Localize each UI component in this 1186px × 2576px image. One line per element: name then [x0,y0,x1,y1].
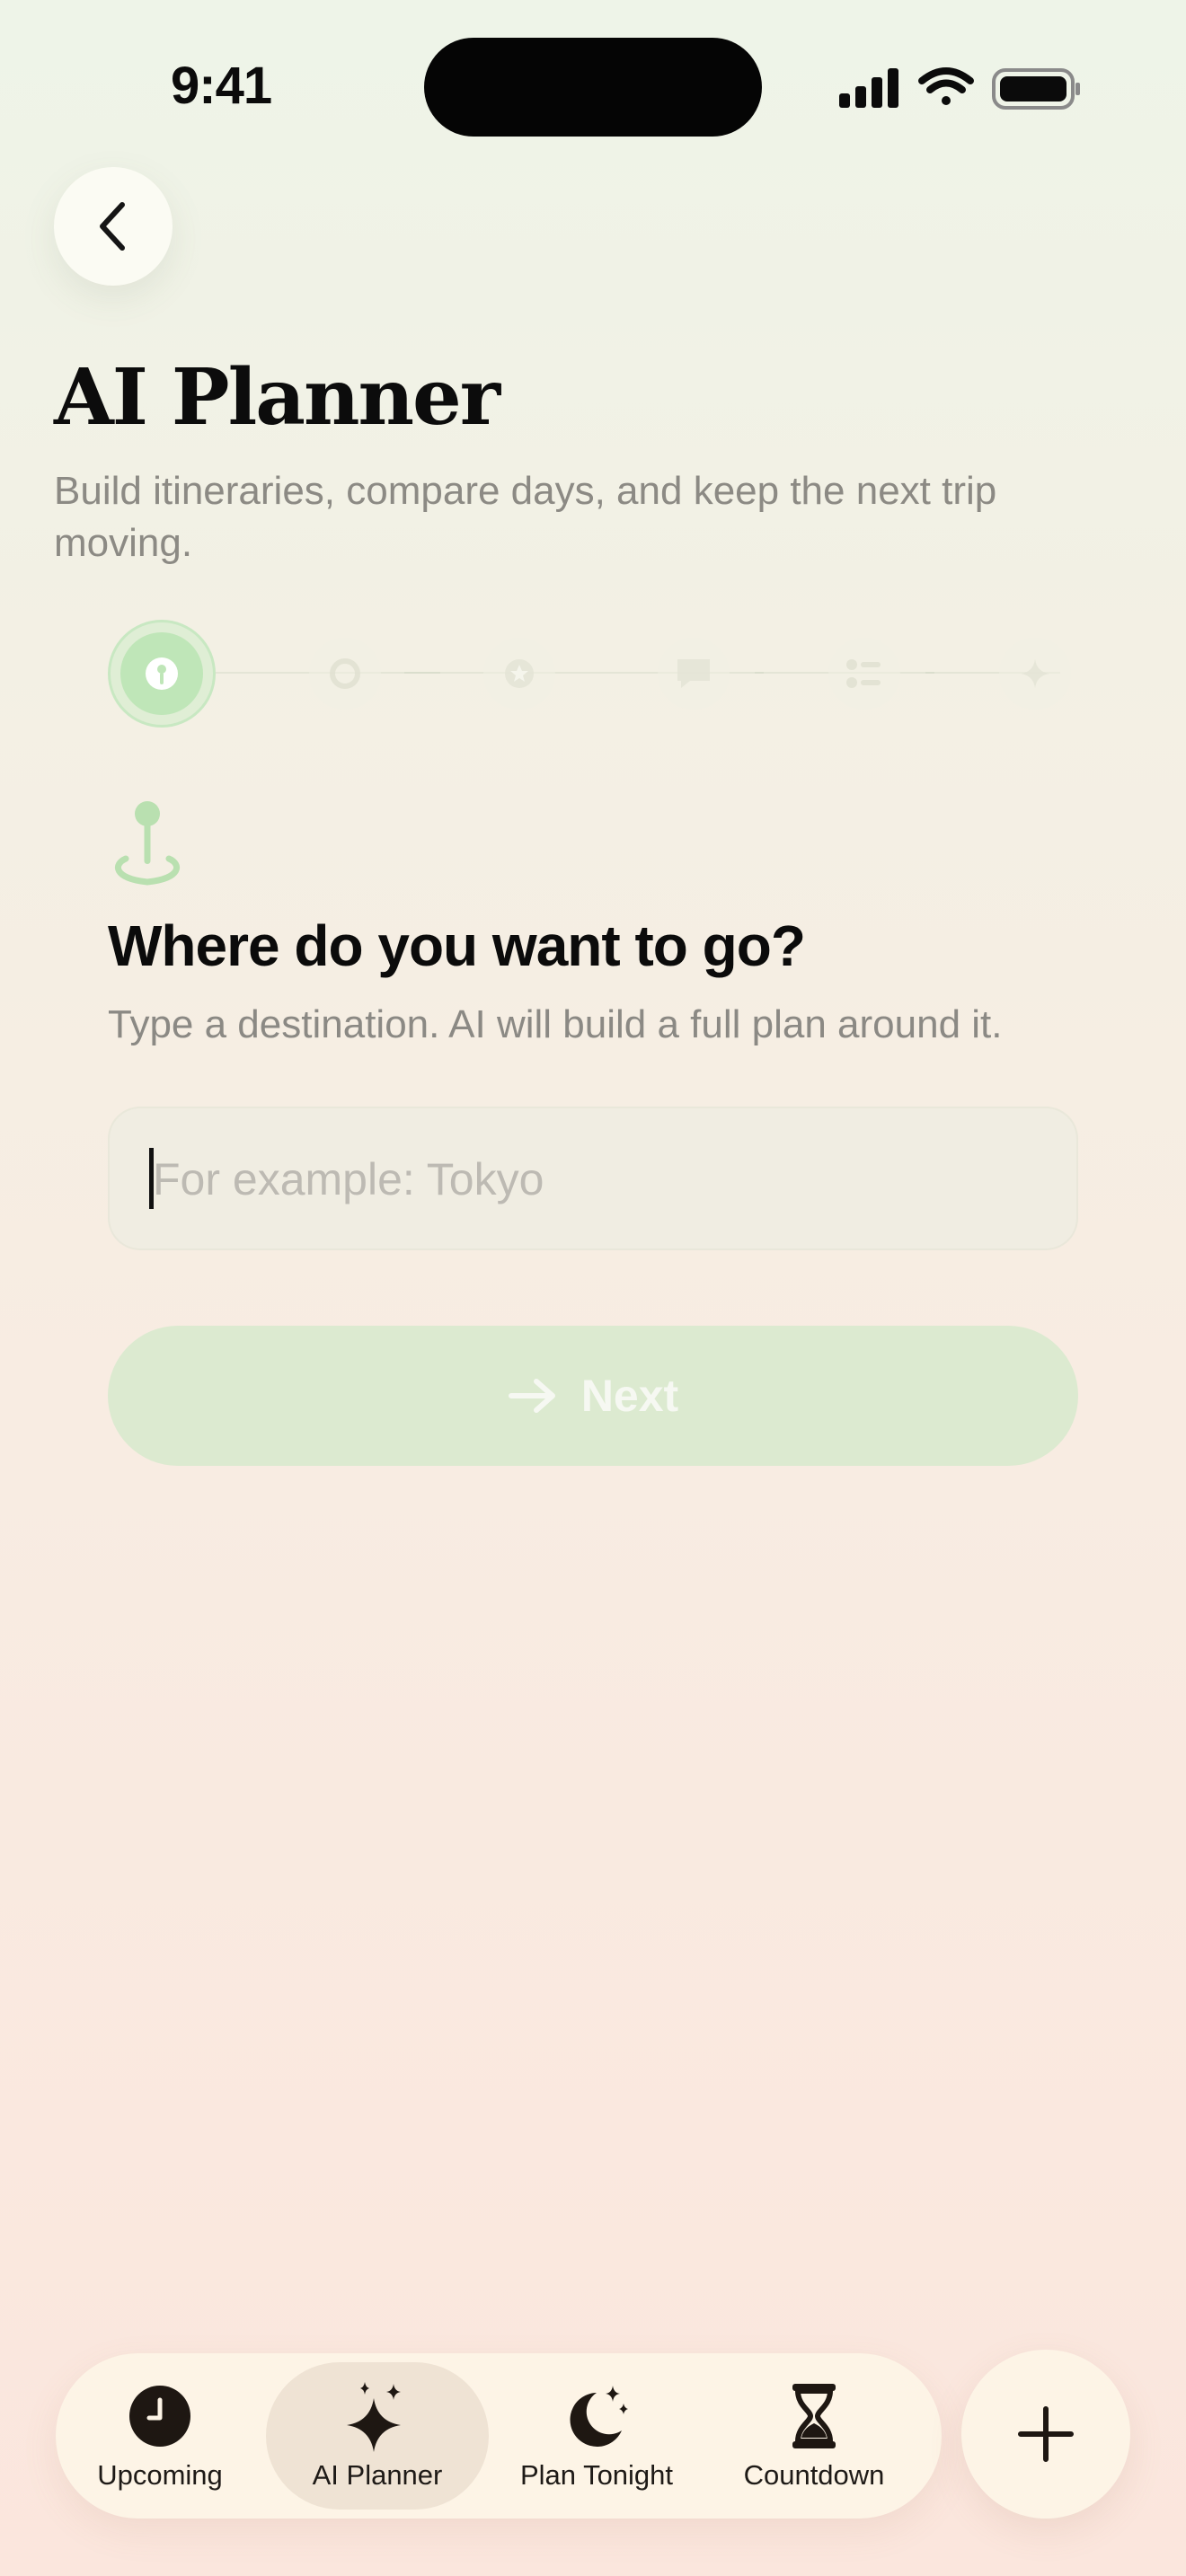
step-3 [483,638,555,710]
sun-icon [330,658,360,689]
hourglass-icon [792,2384,836,2448]
step-5 [828,638,900,710]
sparkles-icon [347,2382,401,2452]
tab-ai-planner[interactable]: AI Planner [266,2362,489,2510]
step-helper-text: Type a destination. AI will build a full… [108,1002,1003,1046]
text-cursor [149,1148,154,1209]
add-button[interactable] [961,2350,1130,2519]
chevron-left-icon [100,202,125,251]
status-icons [839,67,1080,110]
tab-plan-tonight[interactable]: Plan Tonight [496,2362,697,2510]
battery-icon [992,68,1080,110]
back-button[interactable] [54,167,173,286]
tab-bar: Upcoming AI Planner Plan Tonight Countdo… [56,2353,942,2519]
page-title: AI Planner [54,352,500,443]
sparkle-icon [1021,659,1049,688]
tab-countdown[interactable]: Countdown [719,2362,909,2510]
destination-placeholder: For example: Tokyo [153,1154,544,1204]
map-pin-icon [115,801,180,886]
arrow-right-icon [508,1379,555,1413]
page-subtitle: Build itineraries, compare days, and kee… [54,469,997,565]
next-button[interactable]: Next [108,1326,1078,1466]
checklist-icon [846,659,881,688]
tab-label: Upcoming [97,2459,223,2491]
moon-stars-icon [570,2386,628,2447]
progress-stepper [108,620,1087,728]
plus-icon [1018,2406,1074,2462]
tab-label: Countdown [743,2459,885,2491]
step-2 [309,638,381,710]
location-pin-icon [146,657,178,690]
tab-label: AI Planner [312,2459,443,2491]
clock-icon [129,2386,190,2447]
step-4 [658,638,730,710]
step-question: Where do you want to go? [108,913,806,978]
step-destination [108,620,216,728]
wifi-icon [918,67,974,105]
dynamic-island [424,38,762,137]
tab-upcoming[interactable]: Upcoming [88,2362,232,2510]
status-time: 9:41 [171,57,272,115]
star-icon [505,659,534,688]
tab-label: Plan Tonight [519,2459,674,2491]
chat-bubble-icon [677,659,710,688]
next-button-label: Next [580,1371,679,1421]
cellular-signal-icon [839,68,898,108]
step-6 [999,638,1071,710]
